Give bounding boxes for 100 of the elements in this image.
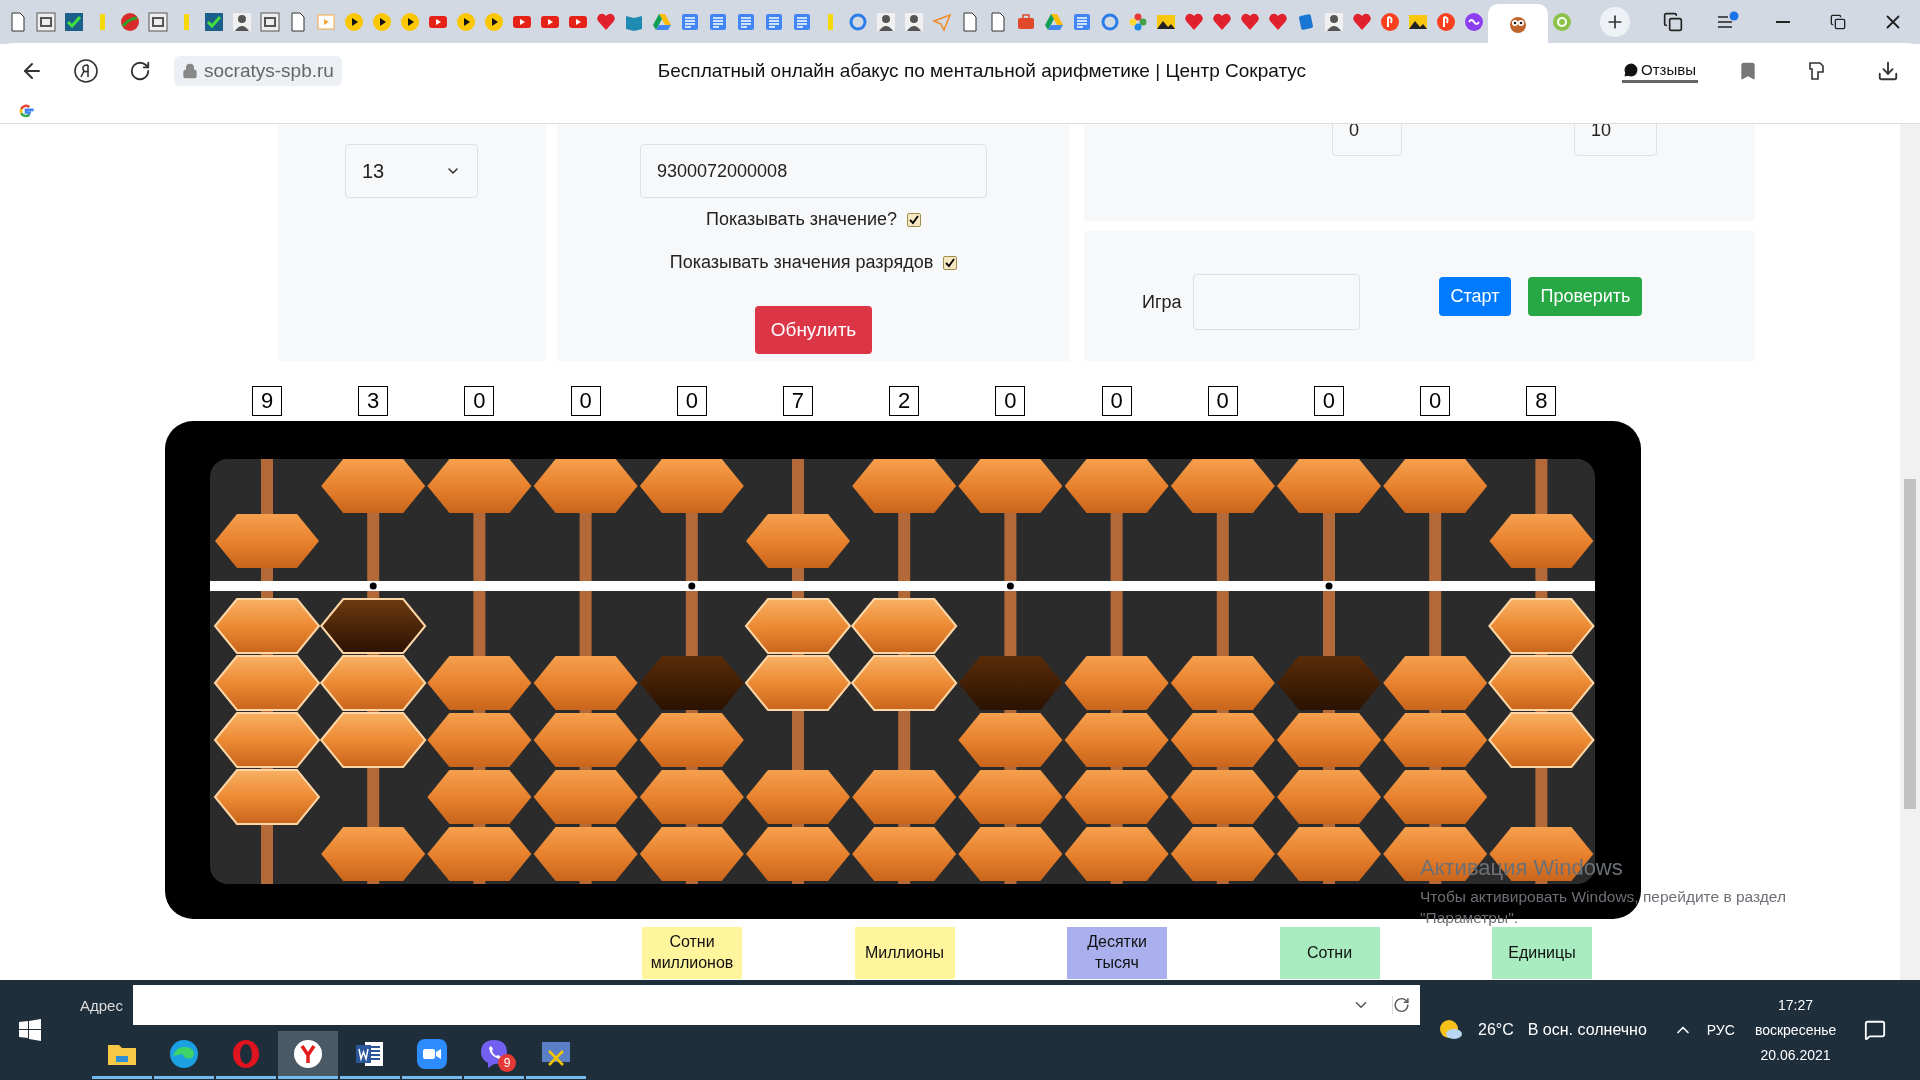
language-indicator[interactable]: РУС [1706,1022,1735,1038]
checkbox[interactable] [907,212,921,227]
upper-deck-bead[interactable] [1277,459,1381,581]
abacus-bead[interactable] [1064,770,1169,824]
speech-bubble-icon [1624,62,1639,77]
abacus-bead[interactable] [1277,770,1381,824]
address-field[interactable]: socratys-spb.ru [174,56,342,86]
document-icon [708,12,728,32]
abacus-bead[interactable] [1383,713,1488,767]
abacus-bead[interactable] [1064,713,1169,767]
abacus-bead[interactable] [533,770,638,824]
refresh-icon[interactable] [1392,996,1410,1014]
address-toolbar-field[interactable] [132,985,1420,1025]
abacus-bead[interactable] [319,712,427,768]
notifications-icon[interactable] [1864,1019,1887,1041]
abacus-bead[interactable] [744,655,852,711]
abacus-bead[interactable] [1064,827,1169,881]
upper-deck-bead[interactable] [321,459,426,581]
digit-value: 0 [570,386,601,416]
abacus-bead[interactable] [958,827,1063,881]
upper-deck-bead[interactable] [533,459,638,581]
abacus-bead[interactable] [744,598,852,654]
abacus-bead[interactable] [533,713,638,767]
abacus-bead[interactable] [319,598,427,654]
abacus-bead[interactable] [1064,656,1169,710]
abacus-bead[interactable] [533,827,638,881]
abacus-bead[interactable] [850,598,958,654]
abacus-bead[interactable] [1277,713,1381,767]
upper-deck-bead[interactable] [958,459,1063,581]
abacus-bead[interactable] [427,656,532,710]
upper-deck-bead[interactable] [1170,459,1275,581]
upper-deck-bead[interactable] [852,459,957,581]
upper-deck-bead[interactable] [1489,459,1594,581]
upper-deck-bead[interactable] [1383,459,1488,581]
abacus-bead[interactable] [852,827,957,881]
start-button[interactable]: Старт [1438,276,1512,316]
ring-icon [1100,12,1120,32]
abacus-bead[interactable] [1170,656,1275,710]
game-field[interactable] [1192,274,1360,330]
abacus-bead[interactable] [958,770,1063,824]
digit-value: 8 [1526,386,1557,416]
abacus-bead[interactable] [1277,827,1381,881]
abacus-bead[interactable] [958,713,1063,767]
upper-deck-bead[interactable] [639,459,744,581]
digit-value: 0 [1313,386,1344,416]
upper-deck-bead[interactable] [427,459,532,581]
abacus-bead[interactable] [850,655,958,711]
abacus-bead[interactable] [1170,770,1275,824]
figure-icon [232,12,252,32]
google-icon[interactable] [18,103,34,119]
abacus-bead[interactable] [427,827,532,881]
address-toolbar-label: Адрес [80,996,123,1014]
bookmark-icon [1738,61,1758,81]
abacus-bead[interactable] [746,827,850,881]
scrollbar[interactable] [1900,124,1920,980]
value-field[interactable]: 9300072000008 [640,144,987,198]
digits-select[interactable]: 13 [345,144,478,198]
abacus-bead[interactable] [1488,655,1595,711]
taskbar-app[interactable] [278,1031,338,1079]
taskbar-app[interactable]: 9 [464,1031,524,1079]
abacus-bead[interactable] [213,655,321,711]
abacus-bead[interactable] [639,827,744,881]
owl-icon [1508,14,1528,34]
abacus-bead[interactable] [213,712,321,768]
abacus-bead[interactable] [427,713,532,767]
reviews-button[interactable]: Отзывы [1622,59,1698,83]
abacus-bead[interactable] [1170,713,1275,767]
abacus-bead[interactable] [746,770,850,824]
abacus-bead[interactable] [1383,656,1488,710]
abacus-bead[interactable] [321,827,426,881]
clock-time[interactable]: 17:27 [1778,997,1814,1013]
place-label: Сотни [1279,927,1380,979]
upper-deck-bead[interactable] [1064,459,1169,581]
upper-deck-bead[interactable] [746,459,850,581]
weather-temperature[interactable]: 26°C [1478,1021,1514,1039]
letter-circle-icon [73,58,99,84]
reset-button[interactable]: Обнулить [754,306,873,354]
abacus-bead[interactable] [1488,712,1595,768]
abacus-bead[interactable] [319,655,427,711]
abacus-bead[interactable] [213,769,321,825]
abacus-bead[interactable] [1170,827,1275,881]
clock-weekday[interactable]: воскресенье [1754,1022,1837,1038]
clock-date[interactable]: 20.06.2021 [1760,1047,1831,1063]
weather-text[interactable]: В осн. солнечно [1527,1021,1647,1039]
new-tab-button[interactable] [1600,7,1630,37]
abacus-bead[interactable] [427,770,532,824]
abacus-bead[interactable] [639,713,744,767]
digit-value: 0 [1101,386,1132,416]
minimize-icon [1775,21,1790,23]
abacus-bead[interactable] [1488,598,1595,654]
abacus-bead[interactable] [533,656,638,710]
abacus-bead[interactable] [213,598,321,654]
abacus-bead[interactable] [639,770,744,824]
upper-deck-bead[interactable] [215,459,319,581]
abacus-bead[interactable] [852,770,957,824]
abacus-bead[interactable] [1383,770,1488,824]
heart-icon [1352,12,1372,32]
page-icon [960,12,980,32]
play-icon [344,12,364,32]
checkbox[interactable] [943,255,958,270]
